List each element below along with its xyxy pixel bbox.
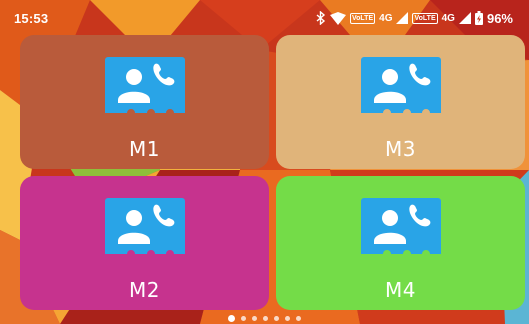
page-dot[interactable] bbox=[274, 316, 279, 321]
page-dot-active[interactable] bbox=[228, 315, 235, 322]
tile-m4[interactable]: M4 bbox=[276, 176, 525, 310]
page-dot[interactable] bbox=[296, 316, 301, 321]
contact-card-icon bbox=[360, 196, 442, 260]
page-dot[interactable] bbox=[241, 316, 246, 321]
page-indicator bbox=[0, 315, 529, 322]
tile-m1[interactable]: M1 bbox=[20, 35, 269, 169]
contact-card-icon bbox=[104, 55, 186, 119]
contact-card-icon bbox=[360, 55, 442, 119]
tile-m2[interactable]: M2 bbox=[20, 176, 269, 310]
tile-label: M1 bbox=[129, 137, 160, 161]
page-dot[interactable] bbox=[252, 316, 257, 321]
tile-label: M3 bbox=[385, 137, 416, 161]
page-dot[interactable] bbox=[285, 316, 290, 321]
shortcut-grid: M1 M3 M2 M4 bbox=[0, 0, 529, 324]
contact-card-icon bbox=[104, 196, 186, 260]
page-dot[interactable] bbox=[263, 316, 268, 321]
tile-label: M2 bbox=[129, 278, 160, 302]
tile-label: M4 bbox=[385, 278, 416, 302]
tile-m3[interactable]: M3 bbox=[276, 35, 525, 169]
